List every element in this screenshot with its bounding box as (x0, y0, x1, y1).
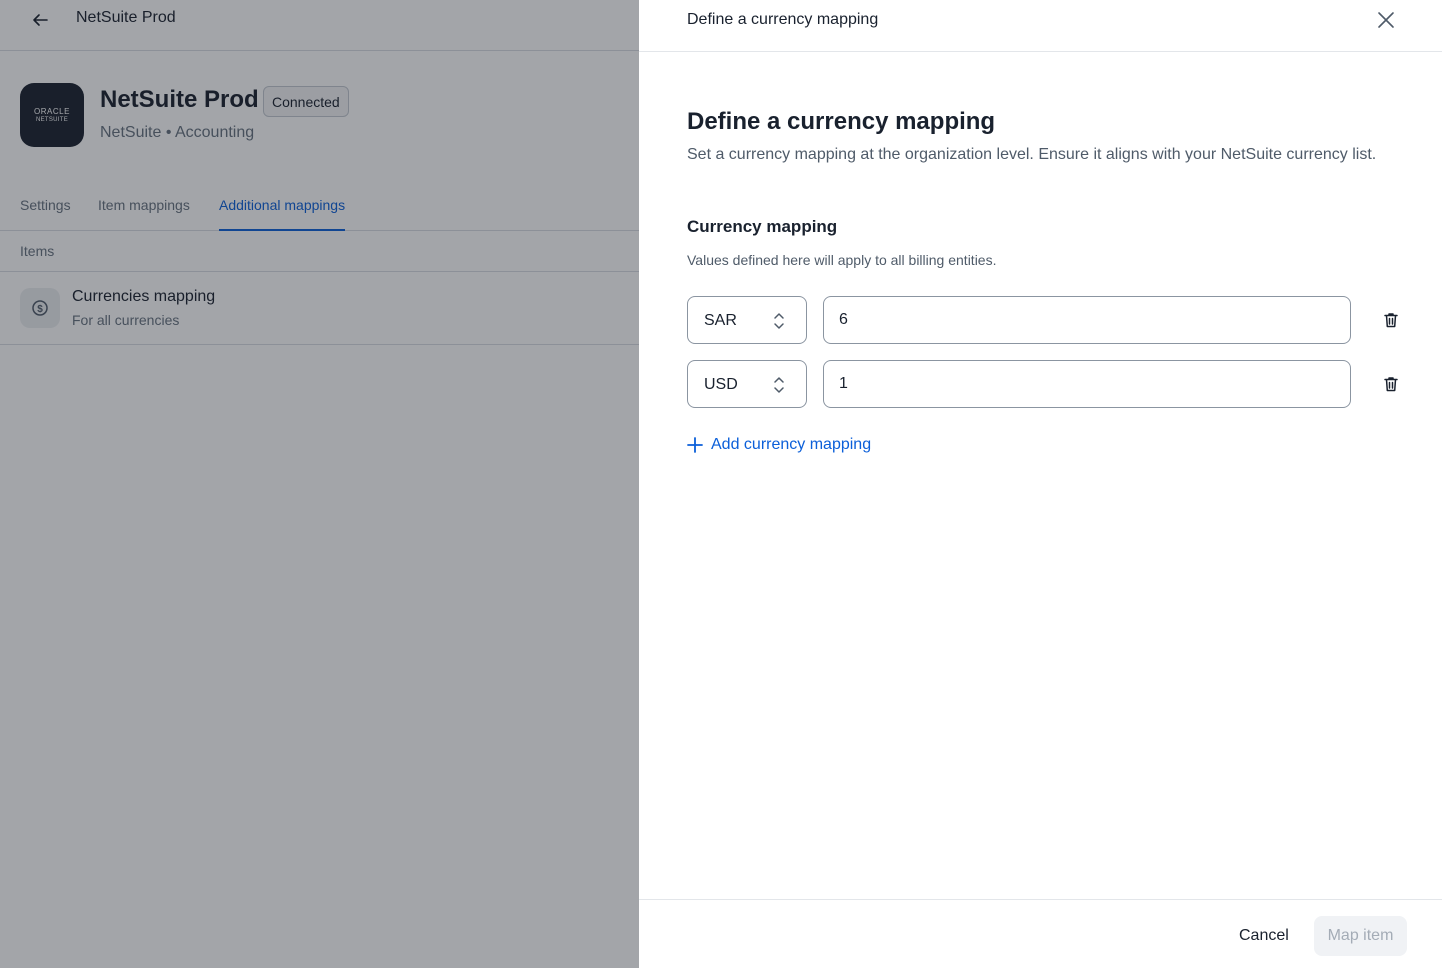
delete-mapping-button[interactable] (1381, 310, 1401, 330)
plus-icon (687, 437, 703, 453)
currency-mapping-drawer: Define a currency mapping Define a curre… (639, 0, 1442, 968)
currency-select-value: USD (704, 376, 738, 393)
trash-icon (1384, 313, 1398, 328)
mapping-row: USD (687, 360, 1402, 408)
add-currency-mapping-label: Add currency mapping (711, 436, 872, 453)
mapping-value-input[interactable] (823, 296, 1351, 344)
chevron-up-down-icon (774, 313, 784, 329)
trash-icon (1384, 377, 1398, 392)
drawer-footer: Cancel Map item (639, 899, 1442, 968)
delete-mapping-button[interactable] (1381, 374, 1401, 394)
currency-mapping-heading: Currency mapping (687, 217, 838, 236)
close-button[interactable] (1373, 7, 1399, 33)
currency-select[interactable]: SAR (687, 296, 807, 344)
cancel-button[interactable]: Cancel (1227, 916, 1301, 956)
currency-mapping-description: Values defined here will apply to all bi… (687, 252, 997, 268)
mapping-row: SAR (687, 296, 1402, 344)
drawer-description: Set a currency mapping at the organizati… (687, 146, 1377, 163)
drawer-title: Define a currency mapping (687, 108, 996, 135)
currency-select-value: SAR (704, 312, 737, 329)
currency-select[interactable]: USD (687, 360, 807, 408)
drawer-header: Define a currency mapping (639, 0, 1442, 52)
close-icon (1378, 12, 1394, 28)
add-currency-mapping-button[interactable]: Add currency mapping (687, 432, 871, 458)
chevron-up-down-icon (774, 377, 784, 393)
drawer-header-title: Define a currency mapping (687, 11, 879, 28)
mapping-value-input[interactable] (823, 360, 1351, 408)
map-item-button[interactable]: Map item (1314, 916, 1407, 956)
